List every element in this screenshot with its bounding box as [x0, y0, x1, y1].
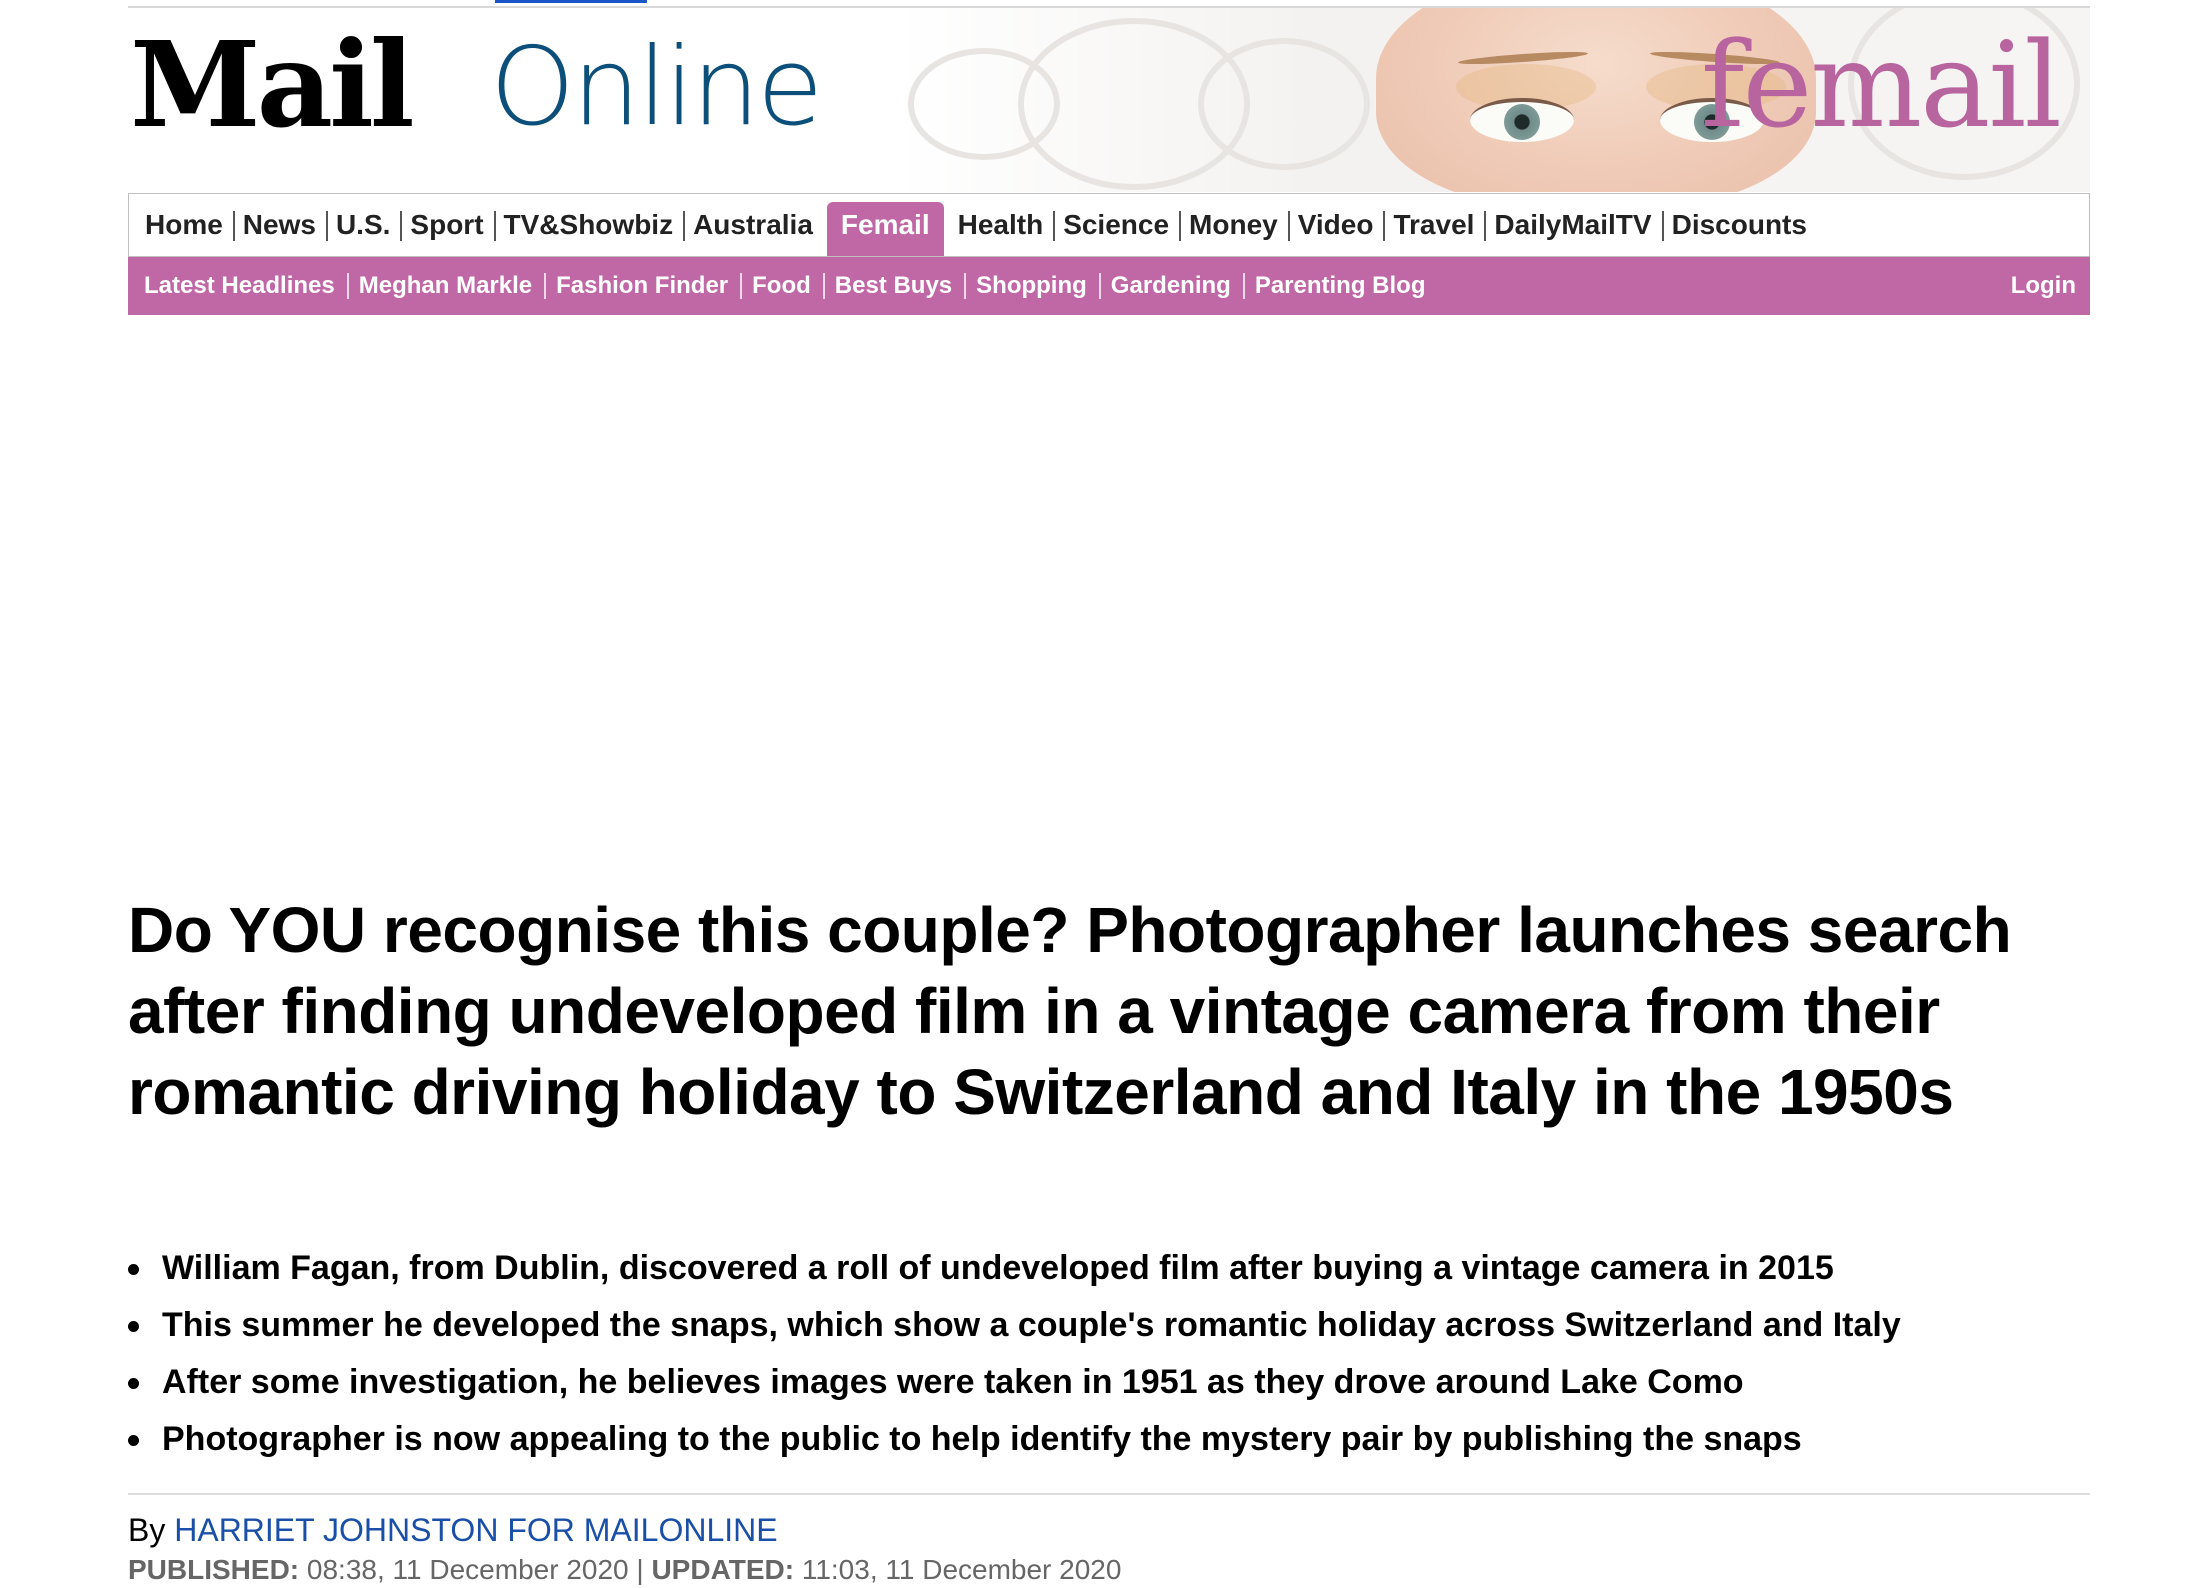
- nav-item-travel[interactable]: Travel: [1383, 194, 1484, 256]
- nav-item-video[interactable]: Video: [1287, 194, 1384, 256]
- subnav-item-gardening[interactable]: Gardening: [1098, 257, 1243, 315]
- article-dates: PUBLISHED: 08:38, 11 December 2020 | UPD…: [128, 1552, 1121, 1588]
- date-separator: |: [628, 1554, 652, 1585]
- mail-logo[interactable]: Mail: [130, 26, 415, 144]
- masthead: Mail Online femail: [128, 8, 2090, 192]
- summary-bullet: Photographer is now appealing to the pub…: [128, 1411, 2090, 1468]
- online-logo[interactable]: Online: [490, 34, 823, 142]
- nav-item-tvshowbiz[interactable]: TV&Showbiz: [493, 194, 684, 256]
- nav-item-sport[interactable]: Sport: [400, 194, 493, 256]
- nav-item-femail[interactable]: Femail: [826, 202, 944, 256]
- subnav-item-food[interactable]: Food: [740, 257, 823, 315]
- nav-item-money[interactable]: Money: [1179, 194, 1288, 256]
- published-value: 08:38, 11 December 2020: [299, 1554, 629, 1585]
- sub-nav-list: Latest Headlines Meghan Markle Fashion F…: [128, 257, 2090, 315]
- nav-item-dailymailtv[interactable]: DailyMailTV: [1484, 194, 1661, 256]
- nav-item-australia[interactable]: Australia: [683, 194, 823, 256]
- advertisement-placeholder: [128, 316, 2090, 876]
- nav-item-discounts[interactable]: Discounts: [1661, 194, 1817, 256]
- updated-label: UPDATED:: [651, 1554, 795, 1585]
- summary-bullet: After some investigation, he believes im…: [128, 1354, 2090, 1411]
- subnav-item-meghan-markle[interactable]: Meghan Markle: [346, 257, 544, 315]
- subnav-item-best-buys[interactable]: Best Buys: [822, 257, 964, 315]
- subnav-item-fashion-finder[interactable]: Fashion Finder: [544, 257, 740, 315]
- login-link[interactable]: Login: [2011, 257, 2076, 315]
- eye: [1470, 98, 1574, 142]
- updated-value: 11:03, 11 December 2020: [794, 1554, 1122, 1585]
- top-accent-bar: [495, 0, 647, 3]
- author-link[interactable]: HARRIET JOHNSTON FOR MAILONLINE: [174, 1512, 777, 1548]
- subnav-item-latest-headlines[interactable]: Latest Headlines: [132, 257, 347, 315]
- article-summary-bullets: William Fagan, from Dublin, discovered a…: [128, 1240, 2090, 1468]
- byline-divider: [128, 1493, 2090, 1495]
- femail-section-logo[interactable]: femail: [1701, 26, 2062, 144]
- summary-bullet: William Fagan, from Dublin, discovered a…: [128, 1240, 2090, 1297]
- published-label: PUBLISHED:: [128, 1554, 300, 1585]
- summary-bullet: This summer he developed the snaps, whic…: [128, 1297, 2090, 1354]
- main-nav-list: Home News U.S. Sport TV&Showbiz Australi…: [129, 194, 2089, 256]
- femail-sub-navigation: Latest Headlines Meghan Markle Fashion F…: [128, 257, 2090, 315]
- main-navigation: Home News U.S. Sport TV&Showbiz Australi…: [128, 193, 2090, 257]
- byline-prefix: By: [128, 1512, 175, 1548]
- nav-item-news[interactable]: News: [232, 194, 326, 256]
- nav-item-health[interactable]: Health: [948, 194, 1054, 256]
- byline: By HARRIET JOHNSTON FOR MAILONLINE: [128, 1510, 778, 1550]
- article-headline: Do YOU recognise this couple? Photograph…: [128, 894, 2012, 1128]
- swirl-decoration: [1198, 38, 1370, 170]
- nav-item-science[interactable]: Science: [1053, 194, 1179, 256]
- nav-item-home[interactable]: Home: [135, 194, 233, 256]
- subnav-item-parenting-blog[interactable]: Parenting Blog: [1242, 257, 1438, 315]
- nav-item-us[interactable]: U.S.: [325, 194, 400, 256]
- subnav-item-shopping[interactable]: Shopping: [964, 257, 1099, 315]
- femail-banner[interactable]: femail: [898, 8, 2090, 192]
